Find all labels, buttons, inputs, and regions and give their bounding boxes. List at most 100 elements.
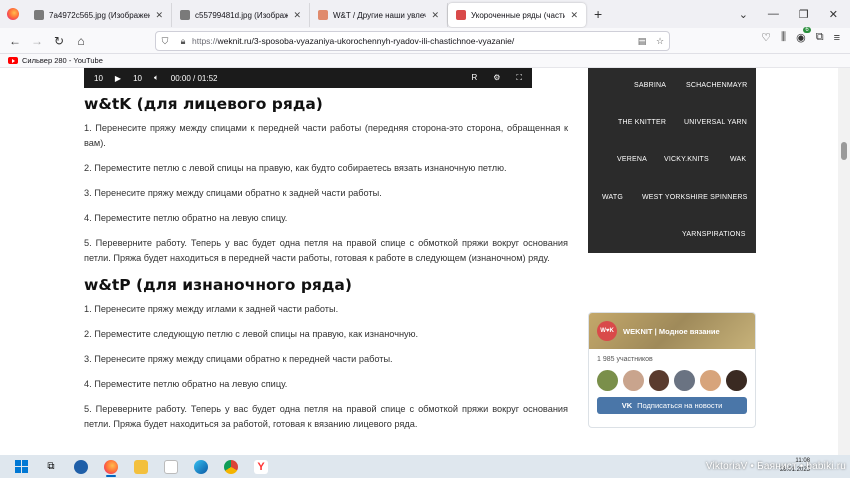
vk-widget-header[interactable]: W♥K WEKNIT | Модное вязание xyxy=(589,313,755,349)
extension-badge: 6 xyxy=(803,27,811,33)
brand-link[interactable]: WAK xyxy=(730,156,746,163)
weknit-favicon-icon xyxy=(456,10,466,20)
app-icon[interactable] xyxy=(66,455,96,478)
brand-link[interactable]: VERENA xyxy=(617,156,647,163)
vk-subscribe-button[interactable]: VK Подписаться на новости xyxy=(597,397,747,414)
fullscreen-icon[interactable]: ⛶ xyxy=(516,73,522,83)
brand-link[interactable]: SABRINA xyxy=(634,82,666,89)
video-time: 00:00 / 01:52 xyxy=(170,73,218,83)
tab-image-1[interactable]: 7a4972c565.jpg (Изображение JPEG ✕ xyxy=(26,3,172,27)
close-tab-icon[interactable]: ✕ xyxy=(570,10,578,21)
chrome-icon[interactable] xyxy=(216,455,246,478)
tab-strip: 7a4972c565.jpg (Изображение JPEG ✕ c5579… xyxy=(0,0,850,28)
brand-link[interactable]: WEST YORKSHIRE SPINNERS xyxy=(642,194,747,201)
url-path: weknit.ru/3-sposoba-vyazaniya-ukorochenn… xyxy=(217,36,515,46)
file-explorer-icon[interactable] xyxy=(126,455,156,478)
url-text[interactable]: https://weknit.ru/3-sposoba-vyazaniya-uk… xyxy=(192,36,633,46)
page-scrollbar[interactable] xyxy=(838,68,850,455)
forward-icon[interactable]: → xyxy=(26,30,48,52)
firefox-taskbar-icon[interactable] xyxy=(96,455,126,478)
vk-member-count: 1 985 участников xyxy=(597,356,653,363)
tab-title: W&T / Другие наши увлечения xyxy=(333,10,427,20)
heading-purl-row: w&tP (для изнаночного ряда) xyxy=(84,276,352,294)
yandex-browser-icon[interactable]: Y xyxy=(246,455,276,478)
avatar[interactable] xyxy=(726,370,747,391)
url-scheme: https:// xyxy=(192,36,218,46)
settings-gear-icon[interactable]: ⚙ xyxy=(493,73,500,83)
brand-link[interactable]: VICKY.KNITS xyxy=(664,156,709,163)
bookmark-youtube[interactable]: Сильвер 280 - YouTube xyxy=(22,56,103,65)
avatar[interactable] xyxy=(648,370,670,391)
lock-icon[interactable]: 🔒︎ xyxy=(174,36,192,47)
avatar[interactable] xyxy=(622,370,644,391)
reader-view-icon[interactable]: ▤ xyxy=(633,36,651,47)
brand-link[interactable]: WATG xyxy=(602,194,623,201)
rutube-logo-icon[interactable]: R xyxy=(471,73,477,83)
firefox-icon xyxy=(7,8,19,20)
play-icon[interactable]: ▶ xyxy=(115,74,121,83)
youtube-icon xyxy=(8,57,18,64)
brand-link[interactable]: SCHACHENMAYR xyxy=(686,82,747,89)
extension-icon[interactable]: ◉ 6 xyxy=(796,27,811,44)
knit-step: 1. Перенесите пряжу между спицами к пере… xyxy=(84,123,568,148)
rewind-icon[interactable]: 10 xyxy=(94,74,103,83)
forward-icon[interactable]: 10 xyxy=(133,74,142,83)
firefox-view-button[interactable] xyxy=(0,0,26,28)
volume-icon[interactable]: 🔈︎ xyxy=(154,73,159,83)
avatar[interactable] xyxy=(700,370,722,391)
tab-image-2[interactable]: c55799481d.jpg (Изображение JPEG ✕ xyxy=(172,3,310,27)
video-player-controls: 10 ▶ 10 🔈︎ 00:00 / 01:52 R ⚙ ⛶ xyxy=(84,68,532,88)
toolbar-right: ♡ ⫼ ◉ 6 ⧉ ≡ xyxy=(761,27,840,44)
notepad-icon[interactable] xyxy=(156,455,186,478)
close-tab-icon[interactable]: ✕ xyxy=(431,10,439,21)
image-file-icon xyxy=(180,10,190,20)
vk-member-avatars xyxy=(589,368,755,397)
edge-icon[interactable] xyxy=(186,455,216,478)
tab-wt-hobbies[interactable]: W&T / Другие наши увлечения ✕ xyxy=(310,3,448,27)
shield-icon[interactable]: ⛉ xyxy=(156,36,174,47)
knit-step: 4. Переместите петлю обратно на левую сп… xyxy=(84,213,288,223)
tab-title: c55799481d.jpg (Изображение JPEG xyxy=(195,10,289,20)
new-tab-button[interactable]: + xyxy=(586,6,610,22)
navigation-toolbar: ← → ↻ ⌂ ⛉ 🔒︎ https://weknit.ru/3-sposoba… xyxy=(0,27,850,54)
brand-link[interactable]: THE KNITTER xyxy=(618,119,666,126)
purl-step: 4. Переместите петлю обратно на левую сп… xyxy=(84,379,288,389)
minimize-icon[interactable]: — xyxy=(768,8,779,20)
back-icon[interactable]: ← xyxy=(4,30,26,52)
reload-icon[interactable]: ↻ xyxy=(48,30,70,52)
image-file-icon xyxy=(34,10,44,20)
close-tab-icon[interactable]: ✕ xyxy=(155,10,163,21)
pocket-icon[interactable]: ♡ xyxy=(761,31,771,44)
list-all-tabs-icon[interactable]: ⌄ xyxy=(739,8,748,21)
menu-icon[interactable]: ≡ xyxy=(834,32,840,44)
vk-subscribe-label: Подписаться на новости xyxy=(637,401,723,410)
start-button[interactable] xyxy=(6,455,36,478)
article-body: w&tK (для лицевого ряда) 1. Перенесите п… xyxy=(84,90,568,442)
close-tab-icon[interactable]: ✕ xyxy=(293,10,301,21)
bookmark-star-icon[interactable]: ☆ xyxy=(651,36,669,47)
close-window-icon[interactable]: ✕ xyxy=(829,8,838,21)
library-icon[interactable]: ⫼ xyxy=(781,31,786,44)
page-viewport: 10 ▶ 10 🔈︎ 00:00 / 01:52 R ⚙ ⛶ w&tK (для… xyxy=(0,68,850,455)
bookmarks-toolbar: Сильвер 280 - YouTube xyxy=(0,54,850,68)
extensions-puzzle-icon[interactable]: ⧉ xyxy=(816,31,824,44)
scrollbar-thumb[interactable] xyxy=(841,142,847,160)
url-bar[interactable]: ⛉ 🔒︎ https://weknit.ru/3-sposoba-vyazani… xyxy=(155,31,670,51)
windows-logo-icon xyxy=(14,460,28,473)
avatar[interactable] xyxy=(674,370,696,391)
tab-title: 7a4972c565.jpg (Изображение JPEG xyxy=(49,10,151,20)
brand-link[interactable]: YARNSPIRATIONS xyxy=(682,231,746,238)
watermark: ViktoriaV • Баянист • babiki.ru xyxy=(705,461,846,472)
restore-icon[interactable]: ❐ xyxy=(799,8,809,21)
vk-logo-icon: VK xyxy=(621,401,633,410)
site-favicon-icon xyxy=(318,10,328,20)
brand-tag-cloud: SABRINA SCHACHENMAYR THE KNITTER UNIVERS… xyxy=(588,68,756,253)
home-icon[interactable]: ⌂ xyxy=(70,30,92,52)
brand-link[interactable]: UNIVERSAL YARN xyxy=(684,119,747,126)
avatar[interactable] xyxy=(597,370,618,391)
task-view-icon[interactable]: ⧉ xyxy=(36,455,66,478)
vk-group-name[interactable]: WEKNIT | Модное вязание xyxy=(623,327,720,336)
tab-short-rows[interactable]: Укороченные ряды (частичное ✕ xyxy=(448,3,586,27)
tab-title: Укороченные ряды (частичное xyxy=(471,10,566,20)
knit-step: 2. Переместите петлю с левой спицы на пр… xyxy=(84,163,507,173)
